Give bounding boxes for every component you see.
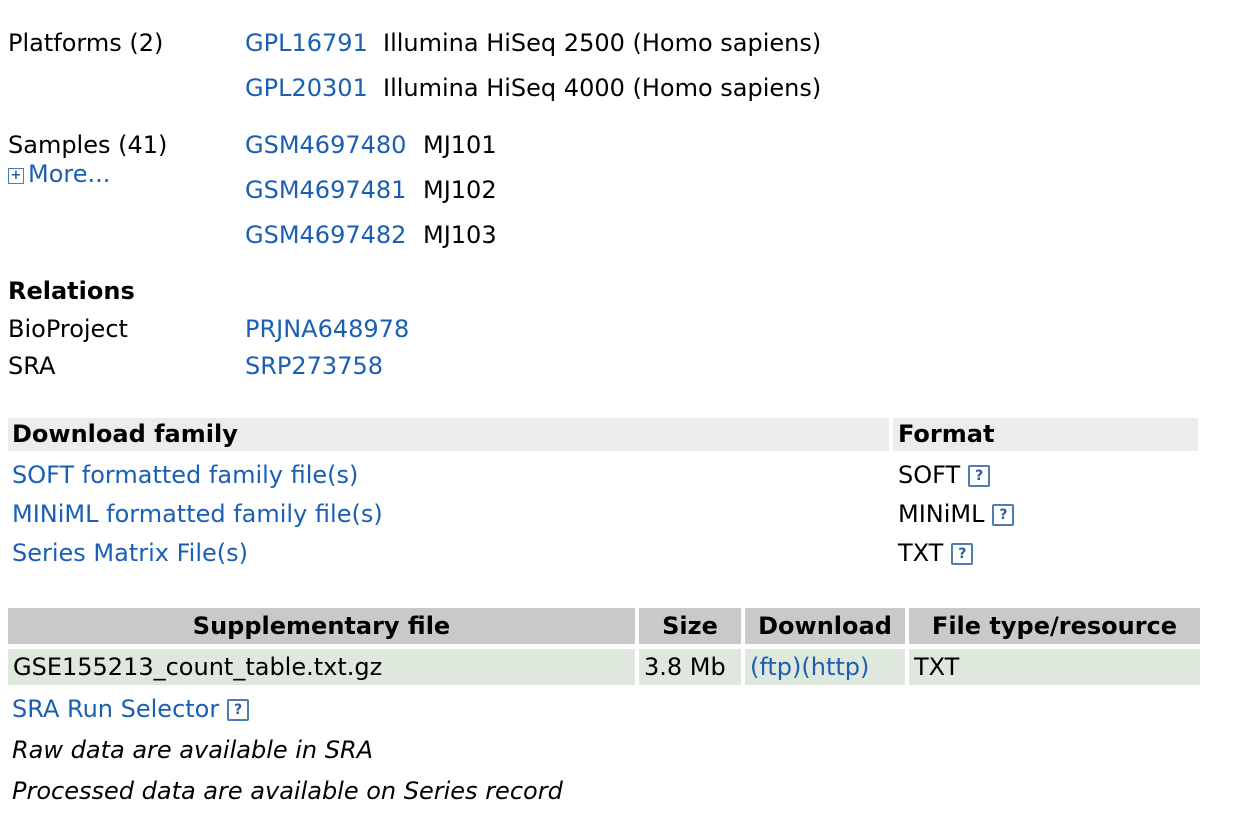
raw-data-note: Raw data are available in SRA	[12, 736, 374, 764]
samples-more-link[interactable]: More...	[28, 160, 110, 188]
series-matrix-link[interactable]: Series Matrix File(s)	[12, 538, 248, 568]
supp-file-size: 3.8 Mb	[639, 649, 741, 685]
supp-download-header: Download	[745, 608, 905, 644]
soft-family-link[interactable]: SOFT formatted family file(s)	[12, 460, 358, 490]
samples-more-toggle[interactable]: + More...	[8, 159, 110, 189]
sample-link-gsm4697482[interactable]: GSM4697482	[245, 220, 406, 250]
help-icon[interactable]: ?	[227, 699, 250, 721]
sample-link-gsm4697481[interactable]: GSM4697481	[245, 175, 406, 205]
platform-link-gpl20301[interactable]: GPL20301	[245, 73, 368, 103]
sra-run-selector-link[interactable]: SRA Run Selector	[12, 695, 219, 723]
supp-file-header: Supplementary file	[8, 608, 635, 644]
help-icon[interactable]: ?	[951, 543, 974, 565]
sample-title: MJ103	[423, 221, 497, 249]
supp-size-header: Size	[639, 608, 741, 644]
supp-type-header: File type/resource	[909, 608, 1200, 644]
miniml-family-link[interactable]: MINiML formatted family file(s)	[12, 499, 383, 529]
format-cell-miniml: MINiML?	[898, 499, 1015, 529]
help-icon[interactable]: ?	[968, 465, 991, 487]
supp-file-type: TXT	[909, 649, 1200, 685]
samples-label: Samples (41)	[8, 131, 168, 159]
format-cell-soft: SOFT?	[898, 460, 991, 490]
expand-plus-icon[interactable]: +	[8, 168, 24, 184]
sra-run-selector-row: SRA Run Selector?	[12, 694, 250, 724]
bioproject-link[interactable]: PRJNA648978	[245, 314, 409, 344]
help-icon[interactable]: ?	[992, 504, 1015, 526]
format-label: MINiML	[898, 500, 985, 528]
processed-data-note: Processed data are available on Series r…	[12, 777, 563, 805]
platform-link-gpl16791[interactable]: GPL16791	[245, 28, 368, 58]
http-download-link[interactable]: (http)	[801, 653, 869, 681]
relations-heading: Relations	[8, 277, 135, 305]
format-label: SOFT	[898, 461, 961, 489]
sample-title: MJ102	[423, 176, 497, 204]
format-cell-txt: TXT?	[898, 538, 974, 568]
relation-label-sra: SRA	[8, 352, 56, 380]
sra-link[interactable]: SRP273758	[245, 351, 383, 381]
sample-title: MJ101	[423, 131, 497, 159]
sample-link-gsm4697480[interactable]: GSM4697480	[245, 130, 406, 160]
platform-title: Illumina HiSeq 2500 (Homo sapiens)	[383, 29, 822, 57]
relation-label-bioproject: BioProject	[8, 315, 128, 343]
supp-file-name: GSE155213_count_table.txt.gz	[8, 649, 635, 685]
download-family-header: Download family	[12, 420, 238, 448]
ftp-download-link[interactable]: (ftp)	[750, 653, 801, 681]
platform-title: Illumina HiSeq 4000 (Homo sapiens)	[383, 74, 822, 102]
supp-download-cell: (ftp)(http)	[745, 649, 905, 685]
platforms-label: Platforms (2)	[8, 29, 164, 57]
format-label: TXT	[898, 539, 944, 567]
format-header: Format	[898, 420, 995, 448]
